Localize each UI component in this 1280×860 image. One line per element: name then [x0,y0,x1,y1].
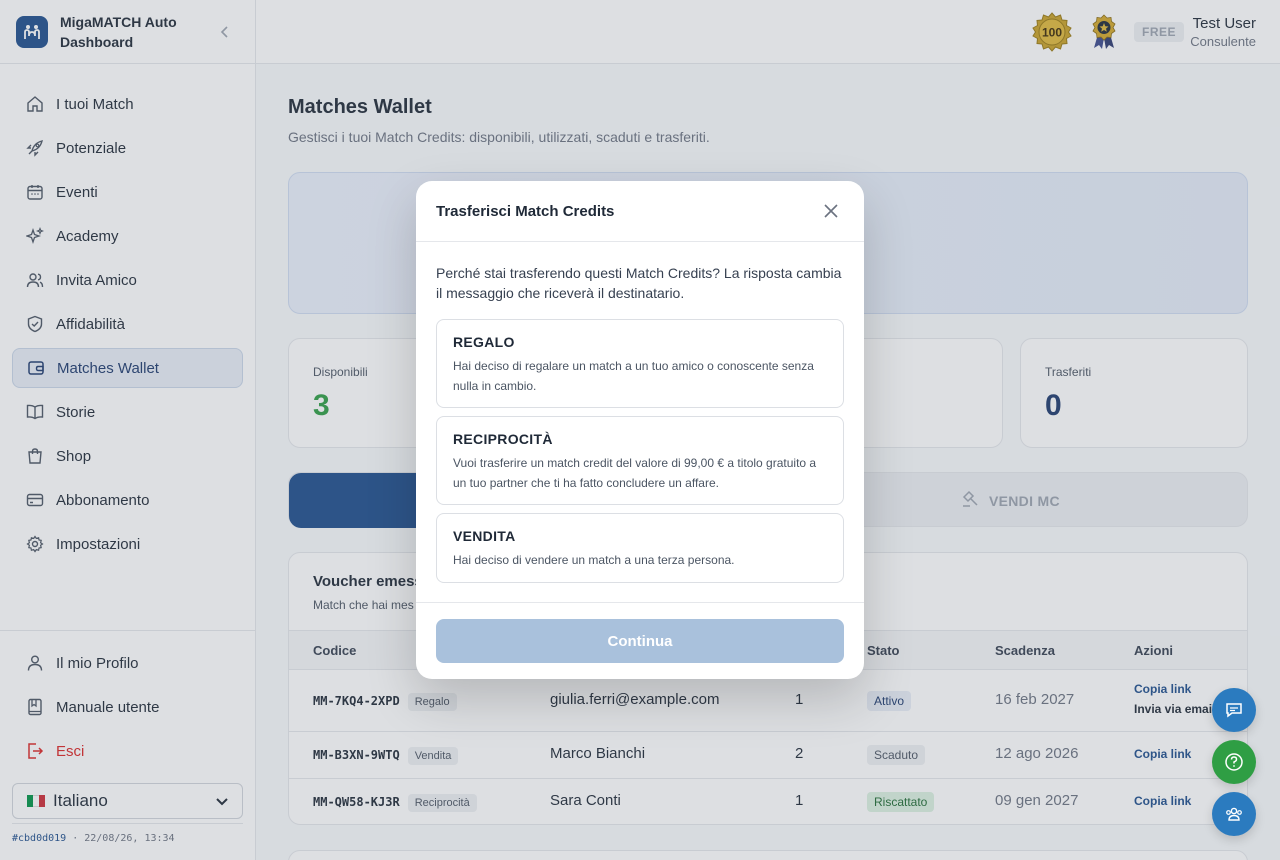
close-modal-button[interactable] [822,202,840,220]
question-icon [1225,753,1243,771]
chat-button[interactable] [1212,688,1256,732]
modal-header: Trasferisci Match Credits [416,181,864,242]
help-button[interactable] [1212,740,1256,784]
transfer-reason-question: Perché stai trasferendo questi Match Cre… [436,265,842,301]
option-title: REGALO [453,334,515,350]
option-description: Vuoi trasferire un match credit del valo… [453,456,817,490]
continue-button[interactable]: Continua [436,619,844,663]
community-button[interactable] [1212,792,1256,836]
modal-footer: Continua [416,602,864,679]
option-title: VENDITA [453,528,516,544]
option-vendita[interactable]: VENDITA Hai deciso di vendere un match a… [436,513,844,583]
users-icon [1226,807,1242,821]
option-regalo[interactable]: REGALO Hai deciso di regalare un match a… [436,319,844,408]
option-description: Hai deciso di vendere un match a una ter… [453,553,735,567]
close-icon [824,204,838,218]
transfer-credits-modal: Trasferisci Match Credits Perché stai tr… [416,181,864,679]
option-description: Hai deciso di regalare un match a un tuo… [453,359,814,393]
modal-title: Trasferisci Match Credits [436,203,615,220]
option-title: RECIPROCITÀ [453,431,553,447]
option-reciprocita[interactable]: RECIPROCITÀ Vuoi trasferire un match cre… [436,416,844,505]
modal-body: Perché stai trasferendo questi Match Cre… [416,242,864,583]
chat-icon [1226,703,1242,718]
